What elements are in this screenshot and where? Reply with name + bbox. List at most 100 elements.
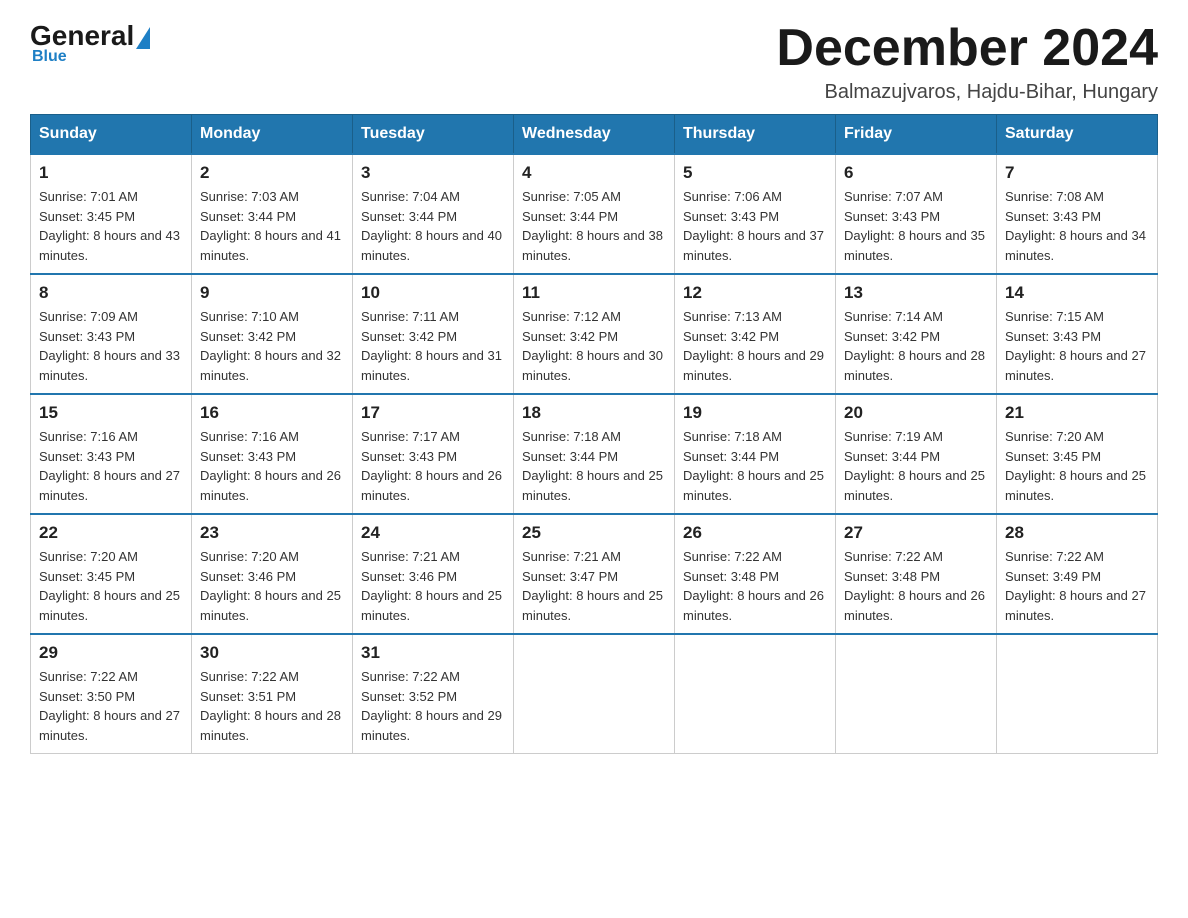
- table-row: 13 Sunrise: 7:14 AM Sunset: 3:42 PM Dayl…: [836, 274, 997, 394]
- col-header-tuesday: Tuesday: [353, 115, 514, 155]
- day-info: Sunrise: 7:13 AM Sunset: 3:42 PM Dayligh…: [683, 307, 827, 385]
- daylight-label: Daylight: 8 hours and 31 minutes.: [361, 348, 502, 383]
- sunset-label: Sunset: 3:42 PM: [361, 329, 457, 344]
- sunrise-label: Sunrise: 7:21 AM: [522, 549, 621, 564]
- daylight-label: Daylight: 8 hours and 25 minutes.: [844, 468, 985, 503]
- sunrise-label: Sunrise: 7:11 AM: [361, 309, 459, 324]
- calendar-week-row: 22 Sunrise: 7:20 AM Sunset: 3:45 PM Dayl…: [31, 514, 1158, 634]
- sunset-label: Sunset: 3:45 PM: [39, 209, 135, 224]
- location-subtitle: Balmazujvaros, Hajdu-Bihar, Hungary: [776, 81, 1158, 104]
- sunset-label: Sunset: 3:42 PM: [522, 329, 618, 344]
- day-info: Sunrise: 7:01 AM Sunset: 3:45 PM Dayligh…: [39, 187, 183, 265]
- day-info: Sunrise: 7:06 AM Sunset: 3:43 PM Dayligh…: [683, 187, 827, 265]
- table-row: 29 Sunrise: 7:22 AM Sunset: 3:50 PM Dayl…: [31, 634, 192, 754]
- day-info: Sunrise: 7:22 AM Sunset: 3:52 PM Dayligh…: [361, 667, 505, 745]
- sunset-label: Sunset: 3:42 PM: [844, 329, 940, 344]
- sunset-label: Sunset: 3:43 PM: [844, 209, 940, 224]
- day-number: 7: [1005, 163, 1149, 183]
- day-number: 27: [844, 523, 988, 543]
- table-row: 16 Sunrise: 7:16 AM Sunset: 3:43 PM Dayl…: [192, 394, 353, 514]
- day-info: Sunrise: 7:12 AM Sunset: 3:42 PM Dayligh…: [522, 307, 666, 385]
- day-number: 21: [1005, 403, 1149, 423]
- day-info: Sunrise: 7:20 AM Sunset: 3:46 PM Dayligh…: [200, 547, 344, 625]
- day-number: 18: [522, 403, 666, 423]
- sunset-label: Sunset: 3:52 PM: [361, 689, 457, 704]
- table-row: 3 Sunrise: 7:04 AM Sunset: 3:44 PM Dayli…: [353, 154, 514, 274]
- daylight-label: Daylight: 8 hours and 40 minutes.: [361, 228, 502, 263]
- day-number: 9: [200, 283, 344, 303]
- title-section: December 2024 Balmazujvaros, Hajdu-Bihar…: [776, 20, 1158, 104]
- day-number: 4: [522, 163, 666, 183]
- sunset-label: Sunset: 3:43 PM: [361, 449, 457, 464]
- day-number: 22: [39, 523, 183, 543]
- daylight-label: Daylight: 8 hours and 29 minutes.: [683, 348, 824, 383]
- sunset-label: Sunset: 3:44 PM: [361, 209, 457, 224]
- table-row: 1 Sunrise: 7:01 AM Sunset: 3:45 PM Dayli…: [31, 154, 192, 274]
- sunset-label: Sunset: 3:42 PM: [683, 329, 779, 344]
- sunset-label: Sunset: 3:48 PM: [683, 569, 779, 584]
- table-row: 18 Sunrise: 7:18 AM Sunset: 3:44 PM Dayl…: [514, 394, 675, 514]
- col-header-saturday: Saturday: [997, 115, 1158, 155]
- calendar-week-row: 1 Sunrise: 7:01 AM Sunset: 3:45 PM Dayli…: [31, 154, 1158, 274]
- daylight-label: Daylight: 8 hours and 25 minutes.: [200, 588, 341, 623]
- day-info: Sunrise: 7:15 AM Sunset: 3:43 PM Dayligh…: [1005, 307, 1149, 385]
- day-number: 17: [361, 403, 505, 423]
- daylight-label: Daylight: 8 hours and 27 minutes.: [39, 708, 180, 743]
- sunrise-label: Sunrise: 7:20 AM: [1005, 429, 1104, 444]
- day-number: 12: [683, 283, 827, 303]
- sunset-label: Sunset: 3:45 PM: [39, 569, 135, 584]
- logo-arrow-icon: [136, 27, 150, 49]
- sunrise-label: Sunrise: 7:18 AM: [683, 429, 782, 444]
- sunrise-label: Sunrise: 7:01 AM: [39, 189, 138, 204]
- table-row: 5 Sunrise: 7:06 AM Sunset: 3:43 PM Dayli…: [675, 154, 836, 274]
- sunrise-label: Sunrise: 7:22 AM: [1005, 549, 1104, 564]
- day-info: Sunrise: 7:21 AM Sunset: 3:47 PM Dayligh…: [522, 547, 666, 625]
- daylight-label: Daylight: 8 hours and 25 minutes.: [1005, 468, 1146, 503]
- sunrise-label: Sunrise: 7:20 AM: [200, 549, 299, 564]
- day-info: Sunrise: 7:11 AM Sunset: 3:42 PM Dayligh…: [361, 307, 505, 385]
- day-number: 6: [844, 163, 988, 183]
- day-info: Sunrise: 7:14 AM Sunset: 3:42 PM Dayligh…: [844, 307, 988, 385]
- day-info: Sunrise: 7:22 AM Sunset: 3:49 PM Dayligh…: [1005, 547, 1149, 625]
- day-info: Sunrise: 7:10 AM Sunset: 3:42 PM Dayligh…: [200, 307, 344, 385]
- day-number: 23: [200, 523, 344, 543]
- calendar-week-row: 15 Sunrise: 7:16 AM Sunset: 3:43 PM Dayl…: [31, 394, 1158, 514]
- day-number: 30: [200, 643, 344, 663]
- day-number: 25: [522, 523, 666, 543]
- table-row: 26 Sunrise: 7:22 AM Sunset: 3:48 PM Dayl…: [675, 514, 836, 634]
- day-number: 24: [361, 523, 505, 543]
- day-info: Sunrise: 7:16 AM Sunset: 3:43 PM Dayligh…: [200, 427, 344, 505]
- table-row: 2 Sunrise: 7:03 AM Sunset: 3:44 PM Dayli…: [192, 154, 353, 274]
- daylight-label: Daylight: 8 hours and 26 minutes.: [683, 588, 824, 623]
- col-header-monday: Monday: [192, 115, 353, 155]
- day-info: Sunrise: 7:08 AM Sunset: 3:43 PM Dayligh…: [1005, 187, 1149, 265]
- sunset-label: Sunset: 3:50 PM: [39, 689, 135, 704]
- calendar-table: Sunday Monday Tuesday Wednesday Thursday…: [30, 114, 1158, 754]
- day-number: 15: [39, 403, 183, 423]
- table-row: 11 Sunrise: 7:12 AM Sunset: 3:42 PM Dayl…: [514, 274, 675, 394]
- daylight-label: Daylight: 8 hours and 29 minutes.: [361, 708, 502, 743]
- sunrise-label: Sunrise: 7:18 AM: [522, 429, 621, 444]
- day-info: Sunrise: 7:03 AM Sunset: 3:44 PM Dayligh…: [200, 187, 344, 265]
- sunrise-label: Sunrise: 7:05 AM: [522, 189, 621, 204]
- day-info: Sunrise: 7:22 AM Sunset: 3:51 PM Dayligh…: [200, 667, 344, 745]
- day-number: 16: [200, 403, 344, 423]
- sunrise-label: Sunrise: 7:09 AM: [39, 309, 138, 324]
- sunrise-label: Sunrise: 7:21 AM: [361, 549, 460, 564]
- day-info: Sunrise: 7:20 AM Sunset: 3:45 PM Dayligh…: [1005, 427, 1149, 505]
- sunrise-label: Sunrise: 7:16 AM: [39, 429, 138, 444]
- day-info: Sunrise: 7:09 AM Sunset: 3:43 PM Dayligh…: [39, 307, 183, 385]
- sunrise-label: Sunrise: 7:22 AM: [39, 669, 138, 684]
- daylight-label: Daylight: 8 hours and 34 minutes.: [1005, 228, 1146, 263]
- sunrise-label: Sunrise: 7:22 AM: [683, 549, 782, 564]
- day-number: 14: [1005, 283, 1149, 303]
- daylight-label: Daylight: 8 hours and 25 minutes.: [39, 588, 180, 623]
- table-row: 15 Sunrise: 7:16 AM Sunset: 3:43 PM Dayl…: [31, 394, 192, 514]
- daylight-label: Daylight: 8 hours and 25 minutes.: [683, 468, 824, 503]
- table-row: 23 Sunrise: 7:20 AM Sunset: 3:46 PM Dayl…: [192, 514, 353, 634]
- logo-blue-text: Blue: [32, 48, 67, 66]
- daylight-label: Daylight: 8 hours and 35 minutes.: [844, 228, 985, 263]
- table-row: 19 Sunrise: 7:18 AM Sunset: 3:44 PM Dayl…: [675, 394, 836, 514]
- daylight-label: Daylight: 8 hours and 26 minutes.: [361, 468, 502, 503]
- table-row: 27 Sunrise: 7:22 AM Sunset: 3:48 PM Dayl…: [836, 514, 997, 634]
